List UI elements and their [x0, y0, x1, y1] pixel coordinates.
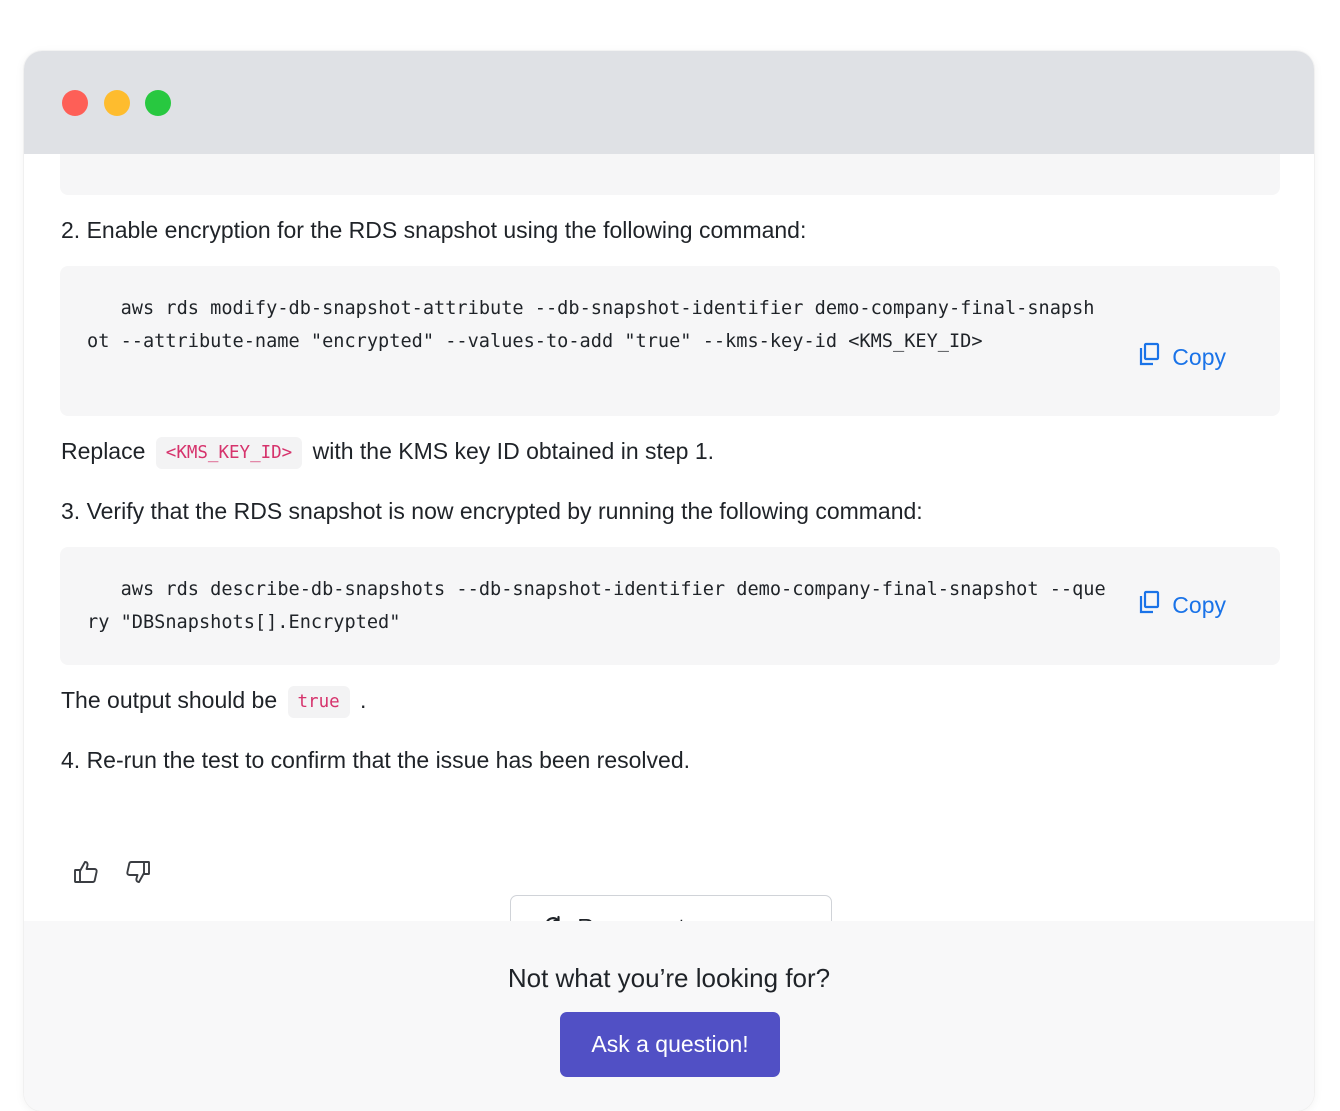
replace-note: Replace <KMS_KEY_ID> with the KMS key ID… [61, 436, 714, 469]
answer-content: 2. Enable encryption for the RDS snapsho… [24, 154, 1314, 959]
ask-question-button[interactable]: Ask a question! [560, 1012, 780, 1077]
code-describe-snapshots[interactable]: aws rds describe-db-snapshots --db-snaps… [87, 573, 1107, 639]
copy-label: Copy [1172, 343, 1226, 370]
copy-button[interactable]: Copy [1138, 590, 1226, 620]
step-2-text: 2. Enable encryption for the RDS snapsho… [61, 217, 807, 243]
copy-icon [1138, 590, 1160, 620]
feedback-buttons [73, 859, 151, 885]
code-modify-snapshot[interactable]: aws rds modify-db-snapshot-attribute --d… [87, 292, 1097, 358]
app-window: 2. Enable encryption for the RDS snapsho… [24, 51, 1314, 1111]
copy-label: Copy [1172, 591, 1226, 618]
minimize-window-button[interactable] [104, 90, 130, 116]
thumbs-up-icon[interactable] [73, 859, 99, 885]
previous-code-block [60, 154, 1280, 195]
close-window-button[interactable] [62, 90, 88, 116]
step-3-text: 3. Verify that the RDS snapshot is now e… [61, 498, 923, 524]
thumbs-down-icon[interactable] [125, 859, 151, 885]
inline-code-true: true [287, 686, 350, 718]
footer-prompt: Not what you’re looking for? [507, 963, 831, 993]
output-note: The output should be true . [61, 685, 366, 718]
copy-icon [1138, 342, 1160, 372]
code-block-modify-snapshot: aws rds modify-db-snapshot-attribute --d… [60, 266, 1280, 416]
step-4-text: 4. Re-run the test to confirm that the i… [61, 747, 691, 773]
copy-button[interactable]: Copy [1138, 342, 1226, 372]
footer-panel: Not what you’re looking for? Ask a quest… [24, 921, 1314, 1111]
code-block-describe-snapshots: aws rds describe-db-snapshots --db-snaps… [60, 547, 1280, 665]
maximize-window-button[interactable] [145, 90, 171, 116]
inline-code-kms-key: <KMS_KEY_ID> [155, 437, 303, 469]
window-titlebar [24, 51, 1314, 154]
